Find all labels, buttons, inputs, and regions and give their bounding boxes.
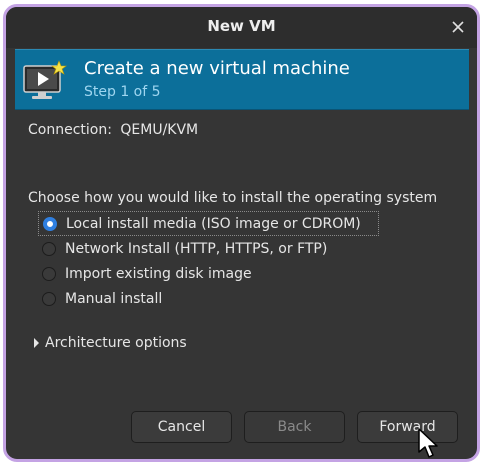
mouse-pointer-icon <box>418 428 440 460</box>
radio-label: Import existing disk image <box>65 265 252 282</box>
forward-button[interactable]: Forward <box>357 411 458 443</box>
expander-arrow-icon <box>34 338 39 348</box>
radio-network-install[interactable]: Network Install (HTTP, HTTPS, or FTP) <box>38 236 379 261</box>
expander-label: Architecture options <box>45 335 187 351</box>
cancel-button[interactable]: Cancel <box>131 411 232 443</box>
radio-button[interactable] <box>42 241 56 256</box>
radio-manual-install[interactable]: Manual install <box>38 286 379 311</box>
connection-value: QEMU/KVM <box>120 122 199 138</box>
radio-button[interactable] <box>42 266 56 281</box>
dialog-window: New VM Create a new virtual machine Step… <box>3 4 480 462</box>
radio-local-media[interactable]: Local install media (ISO image or CDROM) <box>38 211 379 236</box>
window-title: New VM <box>207 17 276 35</box>
banner-title: Create a new virtual machine <box>84 58 350 79</box>
radio-label: Manual install <box>65 290 163 307</box>
connection-row: Connection: QEMU/KVM <box>28 122 202 138</box>
close-button[interactable] <box>449 18 467 36</box>
connection-label: Connection: <box>28 122 112 138</box>
back-button[interactable]: Back <box>244 411 345 443</box>
radio-button-checked[interactable] <box>43 216 57 231</box>
close-icon <box>452 21 464 33</box>
radio-label: Network Install (HTTP, HTTPS, or FTP) <box>65 240 328 257</box>
step-indicator: Step 1 of 5 <box>84 84 161 100</box>
header-banner: Create a new virtual machine Step 1 of 5 <box>15 49 469 110</box>
new-vm-icon <box>21 58 67 102</box>
install-prompt: Choose how you would like to install the… <box>28 190 438 206</box>
titlebar: New VM <box>6 7 477 48</box>
radio-button[interactable] <box>42 291 56 306</box>
radio-import-disk[interactable]: Import existing disk image <box>38 261 379 286</box>
radio-label: Local install media (ISO image or CDROM) <box>66 215 361 232</box>
architecture-expander[interactable]: Architecture options <box>34 335 187 351</box>
install-options: Local install media (ISO image or CDROM)… <box>38 211 379 311</box>
